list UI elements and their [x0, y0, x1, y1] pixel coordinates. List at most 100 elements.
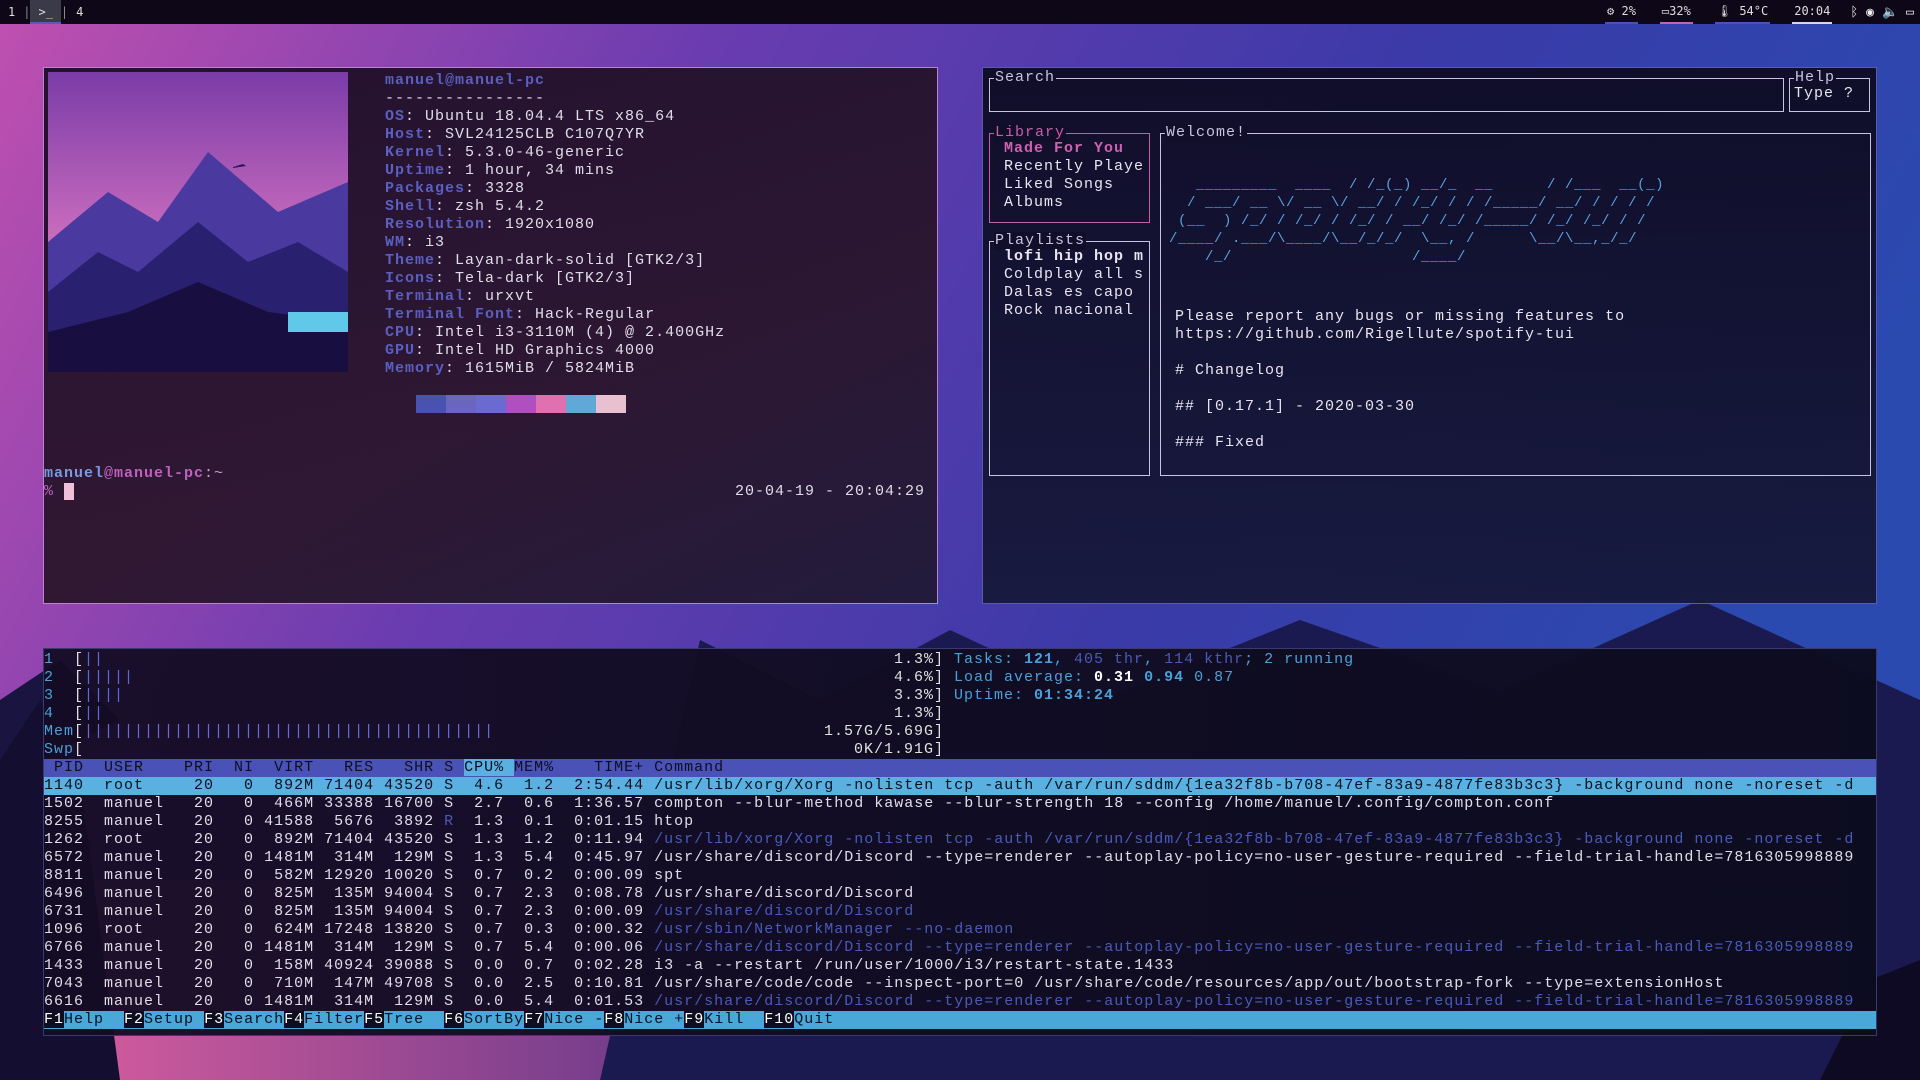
- palette-swatch: [506, 395, 536, 413]
- info-key: Uptime: [385, 162, 446, 179]
- bluetooth-icon[interactable]: ᛒ: [1850, 5, 1858, 20]
- info-value: Intel HD Graphics 4000: [435, 342, 656, 359]
- display-icon[interactable]: ▭: [1906, 5, 1914, 20]
- col-command[interactable]: Command: [654, 759, 724, 776]
- process-row[interactable]: 1140 root 20 0 892M 71404 43520 S 4.6 1.…: [44, 777, 1876, 795]
- uptime-line: Uptime: 01:34:24: [954, 687, 1115, 704]
- col-s: S: [444, 939, 465, 956]
- col-virt: 710M: [264, 975, 325, 992]
- col-time: 0:00.06: [564, 939, 655, 956]
- fixed-heading: ### Fixed: [1175, 434, 1266, 451]
- col-time[interactable]: TIME+: [564, 759, 654, 776]
- fkey-number: F8: [604, 1011, 625, 1028]
- col-pid: 1140: [44, 777, 95, 794]
- col-pri: 20: [184, 867, 225, 884]
- prompt-at: @: [104, 465, 115, 482]
- changelog-heading: # Changelog: [1175, 362, 1286, 379]
- col-cpu[interactable]: CPU%: [464, 759, 515, 776]
- playlist-item[interactable]: Dalas es capo: [1004, 284, 1144, 302]
- github-link[interactable]: https://github.com/Rigellute/spotify-tui: [1175, 326, 1625, 344]
- mem-label: Mem: [44, 723, 75, 740]
- fkey-nice-[interactable]: F8Nice +: [604, 1011, 685, 1028]
- library-item-recently-played[interactable]: Recently Playe: [1004, 158, 1144, 176]
- process-row[interactable]: 8811 manuel 20 0 582M 12920 10020 S 0.7 …: [44, 867, 1876, 885]
- col-res: 71404: [324, 777, 385, 794]
- col-pid[interactable]: PID: [44, 759, 94, 776]
- fkey-sortby[interactable]: F6SortBy: [444, 1011, 525, 1028]
- fkey-tree[interactable]: F5Tree: [364, 1011, 445, 1028]
- fkey-kill[interactable]: F9Kill: [684, 1011, 765, 1028]
- col-res[interactable]: RES: [324, 759, 384, 776]
- process-row[interactable]: 1096 root 20 0 624M 17248 13820 S 0.7 0.…: [44, 921, 1876, 939]
- fkey-filter[interactable]: F4Filter: [284, 1011, 365, 1028]
- cpu-meter: 3 [|||| 3.3%]: [44, 687, 944, 704]
- process-row[interactable]: 6496 manuel 20 0 825M 135M 94004 S 0.7 2…: [44, 885, 1876, 903]
- col-mem[interactable]: MEM%: [514, 759, 564, 776]
- library-item-liked-songs[interactable]: Liked Songs: [1004, 176, 1144, 194]
- fkey-search[interactable]: F3Search: [204, 1011, 285, 1028]
- process-row[interactable]: 6766 manuel 20 0 1481M 314M 129M S 0.7 5…: [44, 939, 1876, 957]
- prompt-symbol: %: [44, 483, 55, 500]
- col-virt: 825M: [264, 885, 325, 902]
- library-item-albums[interactable]: Albums: [1004, 194, 1144, 212]
- col-s[interactable]: S: [444, 759, 464, 776]
- col-mem: 5.4: [514, 993, 565, 1010]
- process-row[interactable]: 6731 manuel 20 0 825M 135M 94004 S 0.7 2…: [44, 903, 1876, 921]
- cpu-label: 1: [44, 651, 55, 668]
- col-shr[interactable]: SHR: [384, 759, 444, 776]
- info-key: Packages: [385, 180, 466, 197]
- palette-swatch: [416, 395, 446, 413]
- neofetch-info-line: CPU: Intel i3-3110M (4) @ 2.400GHz: [385, 324, 726, 341]
- fkey-quit[interactable]: F10Quit: [764, 1011, 835, 1028]
- col-user[interactable]: USER: [94, 759, 184, 776]
- process-row[interactable]: 6616 manuel 20 0 1481M 314M 129M S 0.0 5…: [44, 993, 1876, 1011]
- library-item-made-for-you[interactable]: Made For You: [1004, 140, 1144, 158]
- htop-window[interactable]: 1 [|| 1.3%] 2 [||||| 4.6%] 3 [|||| 3.3%] 4 [|| 1.3%…: [43, 648, 1877, 1036]
- fkey-help[interactable]: F1Help: [44, 1011, 125, 1028]
- fkey-nice-[interactable]: F7Nice -: [524, 1011, 605, 1028]
- col-cpu: 1.3: [464, 813, 515, 830]
- process-row[interactable]: 6572 manuel 20 0 1481M 314M 129M S 1.3 5…: [44, 849, 1876, 867]
- process-row[interactable]: 7043 manuel 20 0 710M 147M 49708 S 0.0 2…: [44, 975, 1876, 993]
- workspace-1[interactable]: 1: [0, 0, 23, 24]
- info-key: GPU: [385, 342, 416, 359]
- process-row[interactable]: 8255 manuel 20 0 41588 5676 3892 R 1.3 0…: [44, 813, 1876, 831]
- col-user: root: [94, 831, 185, 848]
- help-box[interactable]: Help Type ?: [1789, 69, 1870, 112]
- col-pri[interactable]: PRI: [184, 759, 224, 776]
- col-virt[interactable]: VIRT: [264, 759, 324, 776]
- col-pri: 20: [184, 795, 225, 812]
- workspace-terminal[interactable]: >_: [30, 0, 61, 24]
- spotify-tui-window[interactable]: Search Help Type ? Library Made For You …: [982, 67, 1877, 604]
- process-row[interactable]: 1502 manuel 20 0 466M 33388 16700 S 2.7 …: [44, 795, 1876, 813]
- col-shr: 43520: [384, 831, 445, 848]
- process-table-header: PID USER PRI NI VIRT RES SHR S CPU% MEM%…: [44, 759, 1876, 777]
- col-ni: 0: [224, 921, 265, 938]
- col-ni[interactable]: NI: [224, 759, 264, 776]
- workspace-4[interactable]: 4: [68, 0, 91, 24]
- neofetch-info-line: Terminal Font: Hack-Regular: [385, 306, 656, 323]
- process-row[interactable]: 1433 manuel 20 0 158M 40924 39088 S 0.0 …: [44, 957, 1876, 975]
- col-s: S: [444, 867, 465, 884]
- search-box[interactable]: Search: [989, 69, 1784, 112]
- playlist-item[interactable]: lofi hip hop m: [1004, 248, 1144, 266]
- col-time: 0:11.94: [564, 831, 655, 848]
- cpu-meter: 4 [|| 1.3%]: [44, 705, 944, 722]
- volume-icon[interactable]: 🔈: [1882, 5, 1898, 20]
- cpu-bar: [|||||: [74, 669, 135, 686]
- process-row[interactable]: 1262 root 20 0 892M 71404 43520 S 1.3 1.…: [44, 831, 1876, 849]
- discord-icon[interactable]: ◉: [1866, 5, 1874, 20]
- prompt-input[interactable]: %: [44, 483, 75, 501]
- playlist-item[interactable]: Rock nacional: [1004, 302, 1144, 320]
- playlist-item[interactable]: Coldplay all s: [1004, 266, 1144, 284]
- cpu-icon: ⚙: [1607, 4, 1622, 18]
- col-ni: 0: [224, 777, 265, 794]
- ram-value: 32%: [1669, 4, 1691, 18]
- terminal-window[interactable]: manuel@manuel-pc ---------------- OS: Ub…: [43, 67, 938, 604]
- fkey-label: Search: [224, 1011, 285, 1028]
- info-key: Terminal: [385, 288, 466, 305]
- clock: 20:04: [1788, 0, 1836, 24]
- info-value: 1615MiB / 5824MiB: [465, 360, 636, 377]
- fkey-setup[interactable]: F2Setup: [124, 1011, 205, 1028]
- info-value: 1920x1080: [505, 216, 596, 233]
